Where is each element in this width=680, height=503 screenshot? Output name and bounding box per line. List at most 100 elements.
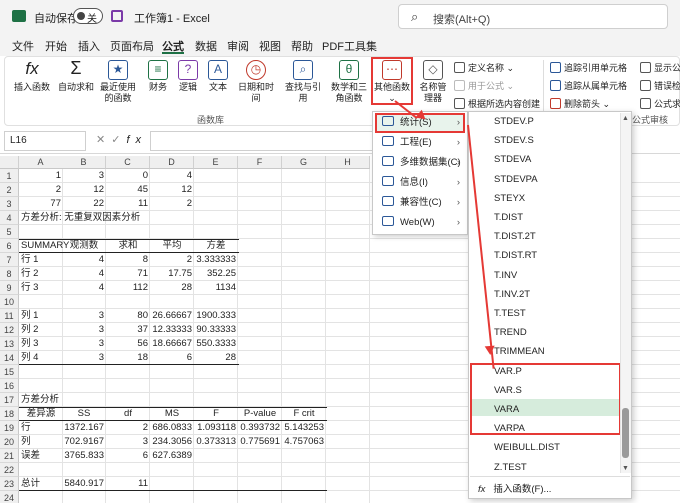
cell-C20[interactable]: 3	[106, 435, 150, 449]
column-header-C[interactable]: C	[106, 156, 150, 169]
column-header-A[interactable]: A	[19, 156, 63, 169]
cell-C12[interactable]: 37	[106, 323, 150, 337]
formula-input[interactable]	[150, 131, 380, 151]
math-button[interactable]: θ 数学和三角函数	[330, 60, 368, 104]
cell-A18[interactable]: 差异源	[19, 407, 63, 421]
name-box[interactable]: L16	[4, 131, 86, 151]
cell-B11[interactable]: 3	[62, 309, 106, 323]
row-header-17[interactable]: 17	[0, 393, 19, 407]
column-header-E[interactable]: E	[194, 156, 238, 169]
row-header-23[interactable]: 23	[0, 477, 19, 491]
autosum-button[interactable]: Σ 自动求和	[58, 59, 94, 93]
column-header-H[interactable]: H	[326, 156, 370, 169]
scroll-down-icon[interactable]: ▼	[622, 465, 629, 472]
recent-functions-button[interactable]: ★ 最近使用的函数	[96, 60, 140, 104]
cell-B19[interactable]: 1372.167	[62, 421, 106, 435]
cell-B14[interactable]: 3	[62, 351, 106, 365]
cell-E20[interactable]: 0.373313	[194, 435, 238, 449]
cell-A7[interactable]: 行 1	[19, 253, 63, 267]
menu-help[interactable]: 帮助	[291, 38, 313, 54]
cell-C8[interactable]: 71	[106, 267, 150, 281]
cell-D12[interactable]: 12.33333	[150, 323, 194, 337]
cell-A13[interactable]: 列 3	[19, 337, 63, 351]
function-trimmean[interactable]: TRIMMEAN	[494, 346, 545, 357]
cell-E6[interactable]: 方差	[194, 239, 238, 253]
column-header-F[interactable]: F	[238, 156, 282, 169]
error-check-button[interactable]: 错误检查	[640, 79, 680, 92]
cell-B2[interactable]: 12	[62, 183, 106, 197]
cell-A2[interactable]: 2	[19, 183, 63, 197]
menu-file[interactable]: 文件	[12, 38, 34, 54]
cell-E18[interactable]: F	[194, 407, 238, 421]
cell-A20[interactable]: 列	[19, 435, 63, 449]
search-box[interactable]: ⌕ 搜索(Alt+Q)	[398, 4, 668, 29]
cell-A4[interactable]: 方差分析: 无重复双因素分析	[19, 211, 142, 225]
text-button[interactable]: A 文本	[205, 60, 231, 93]
cell-G20[interactable]: 4.757063	[282, 435, 326, 449]
cell-F18[interactable]: P-value	[238, 407, 282, 421]
function-t-dist-rt[interactable]: T.DIST.RT	[494, 250, 537, 261]
row-header-24[interactable]: 24	[0, 491, 19, 503]
function-stdev-p[interactable]: STDEV.P	[494, 116, 534, 127]
column-header-G[interactable]: G	[282, 156, 326, 169]
cell-C3[interactable]: 11	[106, 197, 150, 211]
function-stdev-s[interactable]: STDEV.S	[494, 135, 534, 146]
cell-D6[interactable]: 平均	[150, 239, 194, 253]
confirm-icon[interactable]: ✓	[111, 134, 126, 146]
cell-D9[interactable]: 28	[150, 281, 194, 295]
show-formulas-button[interactable]: 显示公式	[640, 61, 680, 74]
row-header-13[interactable]: 13	[0, 337, 19, 351]
cell-B1[interactable]: 3	[62, 169, 106, 183]
function-t-inv-2t[interactable]: T.INV.2T	[494, 289, 530, 300]
menu-home[interactable]: 开始	[45, 38, 67, 54]
cell-E8[interactable]: 352.25	[194, 267, 238, 281]
fx-icon[interactable]: fx	[126, 134, 147, 146]
row-header-1[interactable]: 1	[0, 169, 19, 183]
function-stdevpa[interactable]: STDEVPA	[494, 174, 538, 185]
function-z-test[interactable]: Z.TEST	[494, 462, 527, 473]
cell-C1[interactable]: 0	[106, 169, 150, 183]
cell-G18[interactable]: F crit	[282, 407, 326, 421]
function-t-test[interactable]: T.TEST	[494, 308, 526, 319]
insert-function-button[interactable]: fx 插入函数	[10, 60, 54, 93]
cell-D19[interactable]: 686.0833	[150, 421, 194, 435]
cell-E19[interactable]: 1.093118	[194, 421, 238, 435]
cell-A8[interactable]: 行 2	[19, 267, 63, 281]
cell-A23[interactable]: 总计	[19, 477, 63, 491]
cell-C14[interactable]: 18	[106, 351, 150, 365]
menu-view[interactable]: 视图	[259, 38, 281, 54]
cell-D1[interactable]: 4	[150, 169, 194, 183]
row-header-19[interactable]: 19	[0, 421, 19, 435]
datetime-button[interactable]: ◷ 日期和时间	[234, 60, 278, 104]
logical-button[interactable]: ? 逻辑	[175, 60, 201, 93]
row-header-11[interactable]: 11	[0, 309, 19, 323]
row-header-8[interactable]: 8	[0, 267, 19, 281]
cell-D2[interactable]: 12	[150, 183, 194, 197]
eval-formula-button[interactable]: 公式求值	[640, 97, 680, 110]
row-header-16[interactable]: 16	[0, 379, 19, 393]
cell-A11[interactable]: 列 1	[19, 309, 63, 323]
cell-B23[interactable]: 5840.917	[62, 477, 106, 491]
use-in-formula-button[interactable]: 用于公式 ⌄	[454, 79, 514, 92]
row-header-4[interactable]: 4	[0, 211, 19, 225]
name-manager-button[interactable]: ◇ 名称管理器	[418, 60, 448, 104]
function-stdeva[interactable]: STDEVA	[494, 154, 531, 165]
cell-A9[interactable]: 行 3	[19, 281, 63, 295]
cancel-icon[interactable]: ✕	[96, 134, 111, 146]
cell-E13[interactable]: 550.3333	[194, 337, 238, 351]
cell-C21[interactable]: 6	[106, 449, 150, 463]
menu-item-information[interactable]: 信息(I) ›	[378, 173, 464, 193]
cell-G19[interactable]: 5.143253	[282, 421, 326, 435]
cell-D20[interactable]: 234.3056	[150, 435, 194, 449]
cell-B9[interactable]: 4	[62, 281, 106, 295]
cell-E9[interactable]: 1134	[194, 281, 238, 295]
function-steyx[interactable]: STEYX	[494, 193, 525, 204]
row-header-5[interactable]: 5	[0, 225, 19, 239]
define-name-button[interactable]: 定义名称 ⌄	[454, 61, 514, 74]
function-trend[interactable]: TREND	[494, 327, 527, 338]
cell-D21[interactable]: 627.6389	[150, 449, 194, 463]
cell-A17[interactable]: 方差分析	[19, 393, 61, 407]
menu-item-web[interactable]: Web(W) ›	[378, 213, 464, 233]
cell-B8[interactable]: 4	[62, 267, 106, 281]
create-from-selection-button[interactable]: 根据所选内容创建	[454, 97, 540, 110]
